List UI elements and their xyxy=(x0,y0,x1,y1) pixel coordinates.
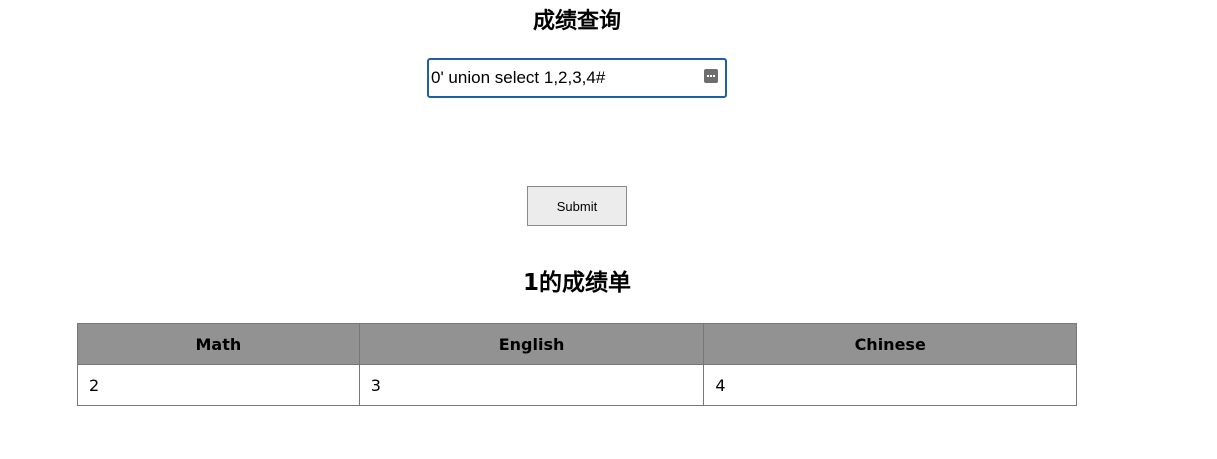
more-icon[interactable] xyxy=(704,69,718,83)
scores-table-body: 2 3 4 xyxy=(77,364,1077,406)
column-header-math: Math xyxy=(77,323,360,365)
scores-table: Math English Chinese 2 3 4 xyxy=(77,323,1077,406)
scores-table-header: Math English Chinese xyxy=(77,323,1077,365)
header-row: Math English Chinese xyxy=(77,323,1077,365)
table-row: 2 3 4 xyxy=(77,364,1077,406)
report-title: 1的成绩单 xyxy=(522,270,631,296)
math-score-cell: 2 xyxy=(77,364,360,406)
english-score-cell: 3 xyxy=(358,364,705,406)
chinese-score-cell: 4 xyxy=(703,364,1077,406)
column-header-english: English xyxy=(358,323,705,365)
query-input[interactable] xyxy=(431,60,691,96)
page-title: 成绩查询 xyxy=(532,9,621,34)
score-query-page: 成绩查询 Submit 1的成绩单 Math English Chinese 2… xyxy=(0,0,1217,459)
submit-button[interactable]: Submit xyxy=(527,186,627,226)
query-field[interactable] xyxy=(427,58,727,98)
column-header-chinese: Chinese xyxy=(703,323,1077,365)
